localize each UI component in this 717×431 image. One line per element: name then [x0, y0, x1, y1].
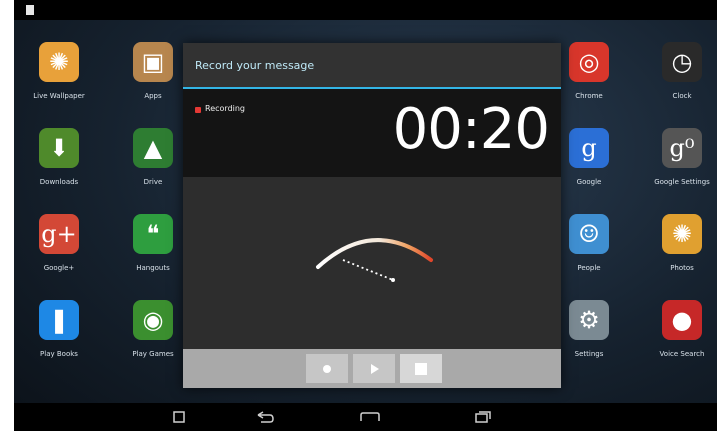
app-hangouts[interactable]: ❝ Hangouts	[118, 214, 188, 292]
dialog-title: Record your message	[195, 59, 315, 72]
app-label: People	[577, 264, 601, 272]
record-icon	[323, 364, 331, 373]
microphone-icon: ●	[662, 300, 702, 340]
home-icon	[360, 412, 380, 421]
stop-icon	[415, 362, 427, 375]
app-label: Photos	[670, 264, 694, 272]
timer-panel: Recording 00:20	[183, 89, 561, 177]
app-label: Google+	[43, 264, 75, 272]
notification-icon	[26, 5, 34, 15]
android-screen: ✺ Live Wallpaper ▣ Apps ⬇ Downloads ▲ Drive g+ Go…	[14, 0, 717, 431]
book-icon: ❚	[39, 300, 79, 340]
play-icon	[371, 363, 379, 374]
gamepad-icon: ◉	[133, 300, 173, 340]
package-icon: ▣	[133, 42, 173, 82]
app-google[interactable]: g Google	[554, 128, 624, 206]
app-google-[interactable]: g+ Google+	[24, 214, 94, 292]
clock-icon: ◷	[662, 42, 702, 82]
app-label: Drive	[143, 178, 163, 186]
app-photos[interactable]: ✺ Photos	[647, 214, 717, 292]
app-label: Clock	[672, 92, 692, 100]
app-label: Downloads	[39, 178, 79, 186]
chrome-icon: ◎	[569, 42, 609, 82]
app-label: Play Books	[40, 350, 78, 358]
app-label: Google	[576, 178, 602, 186]
app-clock[interactable]: ◷ Clock	[647, 42, 717, 120]
vu-meter-icon	[316, 238, 433, 282]
play-button[interactable]	[353, 354, 395, 383]
record-button[interactable]	[306, 354, 348, 383]
recents-icon	[475, 411, 491, 423]
app-label: Live Wallpaper	[33, 92, 85, 100]
recording-indicator-icon	[195, 107, 201, 113]
app-people[interactable]: ☺ People	[554, 214, 624, 292]
app-live-wallpaper[interactable]: ✺ Live Wallpaper	[24, 42, 94, 120]
gear-icon: ⚙	[569, 300, 609, 340]
screenshot-icon	[173, 411, 185, 423]
app-downloads[interactable]: ⬇ Downloads	[24, 128, 94, 206]
app-settings[interactable]: ⚙ Settings	[554, 300, 624, 378]
pinwheel-icon: ✺	[39, 42, 79, 82]
recording-label: Recording	[205, 104, 246, 113]
pinwheel-icon: ✺	[662, 214, 702, 254]
app-voice-search[interactable]: ● Voice Search	[647, 300, 717, 378]
hangouts-icon: ❝	[133, 214, 173, 254]
stop-button[interactable]	[400, 354, 442, 383]
google-g-icon: g	[569, 128, 609, 168]
home-button[interactable]	[355, 409, 385, 425]
app-play-books[interactable]: ❚ Play Books	[24, 300, 94, 378]
elapsed-timer: 00:20	[392, 97, 550, 162]
level-meter-area	[183, 177, 561, 349]
app-label: Apps	[144, 92, 162, 100]
navigation-bar	[14, 403, 717, 431]
drive-icon: ▲	[133, 128, 173, 168]
back-button[interactable]	[250, 409, 280, 425]
app-play-games[interactable]: ◉ Play Games	[118, 300, 188, 378]
app-label: Voice Search	[659, 350, 705, 358]
status-bar	[14, 0, 717, 20]
people-icon: ☺	[569, 214, 609, 254]
google-plus-icon: g+	[39, 214, 79, 254]
app-google-settings[interactable]: g⁰ Google Settings	[647, 128, 717, 206]
app-apps[interactable]: ▣ Apps	[118, 42, 188, 120]
app-label: Settings	[574, 350, 604, 358]
back-icon	[257, 411, 274, 423]
download-icon: ⬇	[39, 128, 79, 168]
record-message-dialog: Record your message Recording 00:20	[183, 43, 561, 388]
google-settings-icon: g⁰	[662, 128, 702, 168]
playback-controls	[183, 349, 561, 388]
app-label: Play Games	[132, 350, 174, 358]
app-drive[interactable]: ▲ Drive	[118, 128, 188, 206]
app-label: Google Settings	[654, 178, 710, 186]
dialog-title-bar: Record your message	[183, 43, 561, 89]
screenshot-button[interactable]	[164, 409, 194, 425]
app-label: Hangouts	[136, 264, 170, 272]
app-label: Chrome	[575, 92, 603, 100]
recents-button[interactable]	[468, 409, 498, 425]
app-chrome[interactable]: ◎ Chrome	[554, 42, 624, 120]
